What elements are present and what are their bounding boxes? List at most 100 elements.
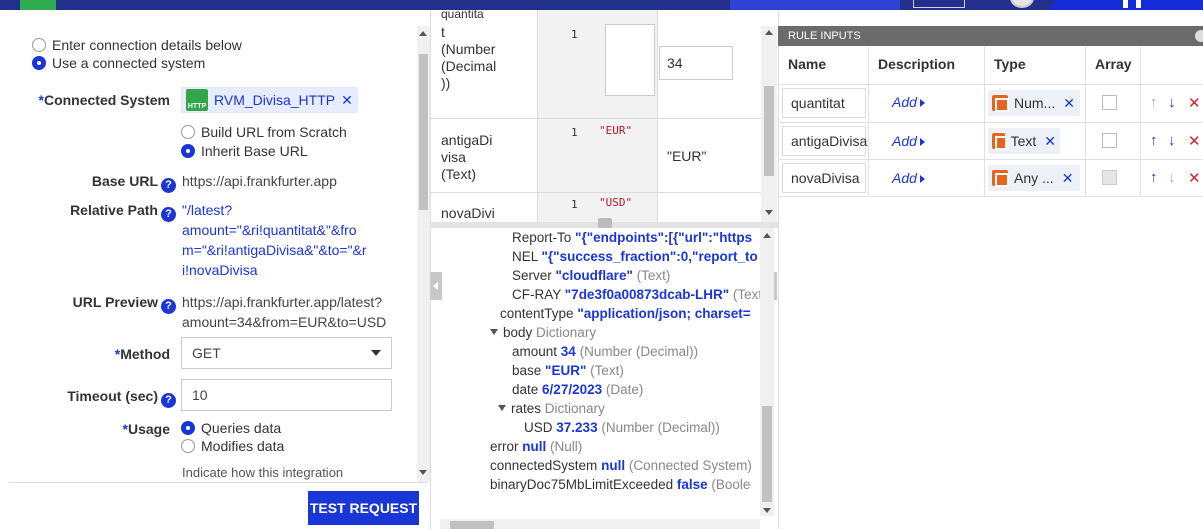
literal-value[interactable]: "EUR" (599, 124, 632, 137)
scrollbar-thumb[interactable] (450, 521, 494, 529)
option-enter-connection[interactable]: Enter connection details below (32, 37, 242, 53)
help-icon[interactable]: ? (161, 299, 176, 314)
type-chip[interactable]: Text ✕ (988, 128, 1060, 154)
connected-system-name[interactable]: RVM_Divisa_HTTP (214, 92, 335, 108)
response-scrollbar[interactable] (760, 228, 774, 516)
radio-modifies-data[interactable] (181, 439, 195, 453)
add-description-link[interactable]: Add (892, 94, 925, 110)
test-value-antigadivisa[interactable]: "EUR" (667, 148, 707, 165)
scrollbar-thumb[interactable] (419, 54, 428, 210)
scrollbar-thumb[interactable] (762, 406, 772, 502)
expand-triangle-icon[interactable] (490, 329, 498, 335)
test-request-button[interactable]: TEST REQUEST (308, 491, 419, 525)
type-label: Num... (1014, 95, 1056, 111)
input-name-line: )) (441, 75, 451, 91)
move-down-icon[interactable]: ↓ (1168, 132, 1176, 149)
app-menu-icon[interactable] (1123, 0, 1128, 8)
type-label: Any ... (1014, 170, 1054, 186)
base-url-label: Base URL? (10, 173, 176, 193)
remove-type-icon[interactable]: ✕ (1062, 170, 1074, 187)
header-search-box[interactable] (913, 0, 965, 8)
radio-use-connected-system[interactable] (32, 56, 46, 70)
add-description-link[interactable]: Add (892, 133, 925, 149)
timeout-field[interactable]: 10 (181, 379, 392, 411)
move-down-icon[interactable]: ↓ (1168, 94, 1176, 111)
option-modifies-data[interactable]: Modifies data (181, 438, 284, 454)
option-queries-data[interactable]: Queries data (181, 420, 281, 436)
array-checkbox[interactable] (1102, 170, 1117, 185)
settings-icon[interactable] (1195, 30, 1203, 42)
option-build-url[interactable]: Build URL from Scratch (181, 124, 347, 140)
type-chip[interactable]: Num... ✕ (988, 90, 1080, 116)
rule-input-name-field[interactable]: quantitat (782, 88, 866, 118)
rule-inputs-header: RULE INPUTS (778, 26, 1203, 46)
type-chip[interactable]: Any ... ✕ (988, 165, 1080, 191)
relative-path-label: Relative Path? (10, 202, 176, 222)
connected-system-chip[interactable]: HTTP RVM_Divisa_HTTP ✕ (181, 87, 358, 113)
help-icon[interactable]: ? (161, 393, 176, 408)
move-up-icon[interactable]: ↑ (1150, 132, 1158, 149)
remove-connected-system-icon[interactable]: ✕ (341, 92, 353, 109)
option-inherit-base-url[interactable]: Inherit Base URL (181, 143, 308, 159)
user-avatar[interactable] (1010, 0, 1034, 8)
header-nav-button[interactable] (730, 0, 900, 10)
splitter-grip[interactable] (598, 218, 612, 228)
scroll-up-icon[interactable] (419, 31, 427, 36)
help-icon[interactable]: ? (161, 207, 176, 222)
response-hscrollbar[interactable] (440, 519, 760, 529)
tree-key: rates (511, 401, 542, 416)
help-icon[interactable]: ? (161, 178, 176, 193)
expression-editor[interactable] (605, 24, 655, 96)
scroll-down-icon[interactable] (763, 508, 771, 513)
number-type-icon (992, 95, 1009, 112)
move-up-icon[interactable]: ↑ (1150, 169, 1158, 186)
rule-input-name: novaDivisa (791, 170, 860, 186)
array-checkbox[interactable] (1102, 133, 1117, 148)
rule-input-name-field[interactable]: antigaDivisa (782, 126, 867, 156)
radio-build-url[interactable] (181, 125, 195, 139)
rule-input-name-field[interactable]: novaDivisa (782, 163, 866, 193)
radio-inherit-base-url[interactable] (181, 144, 195, 158)
radio-queries-data[interactable] (181, 421, 195, 435)
radio-enter-connection[interactable] (32, 38, 46, 52)
delete-icon[interactable]: ✕ (1188, 169, 1201, 187)
tree-key: binaryDoc75MbLimitExceeded (490, 477, 674, 492)
option-inherit-base-url-label: Inherit Base URL (201, 143, 308, 159)
expand-triangle-icon[interactable] (498, 405, 506, 411)
tree-key: CF-RAY (512, 287, 562, 302)
method-dropdown[interactable]: GET (181, 337, 392, 369)
delete-icon[interactable]: ✕ (1188, 94, 1201, 112)
tree-value: 34 (560, 344, 576, 359)
scroll-up-icon[interactable] (763, 233, 771, 238)
remove-type-icon[interactable]: ✕ (1044, 133, 1056, 150)
usage-hint: Indicate how this integration (182, 465, 344, 480)
left-panel-scrollbar[interactable] (417, 26, 430, 482)
scroll-up-icon[interactable] (765, 30, 773, 35)
tree-row-rates[interactable]: rates Dictionary (490, 399, 760, 418)
tree-row: binaryDoc75MbLimitExceeded false (Boole (490, 475, 760, 494)
column-divider (984, 46, 985, 196)
scroll-down-icon[interactable] (419, 470, 427, 475)
scrollbar-thumb[interactable] (764, 86, 774, 176)
add-description-link[interactable]: Add (892, 170, 925, 186)
move-down-icon[interactable]: ↓ (1168, 169, 1176, 186)
scroll-down-icon[interactable] (765, 210, 773, 215)
http-icon: HTTP (186, 89, 208, 111)
delete-icon[interactable]: ✕ (1188, 132, 1201, 150)
chevron-down-icon (371, 350, 381, 356)
table-scrollbar[interactable] (761, 26, 777, 222)
row-divider (431, 192, 761, 193)
array-checkbox[interactable] (1102, 95, 1117, 110)
tree-row: Report-To "{"endpoints":[{"url":"https (490, 228, 760, 247)
literal-value[interactable]: "USD" (599, 196, 632, 209)
input-name-line: t (441, 24, 445, 40)
collapse-left-handle[interactable] (430, 272, 442, 300)
tree-type: Dictionary (536, 325, 597, 340)
tree-row-body[interactable]: body Dictionary (490, 323, 760, 342)
relative-path-expression[interactable]: "/latest? amount="&ri!quantitat&"&fro m=… (182, 200, 382, 280)
move-up-icon[interactable]: ↑ (1150, 94, 1158, 111)
input-name-antigadivisa: antigaDi visa (Text) (441, 132, 492, 183)
tree-type: (Text (732, 287, 760, 302)
option-use-connected-system[interactable]: Use a connected system (32, 55, 205, 71)
remove-type-icon[interactable]: ✕ (1063, 95, 1075, 112)
